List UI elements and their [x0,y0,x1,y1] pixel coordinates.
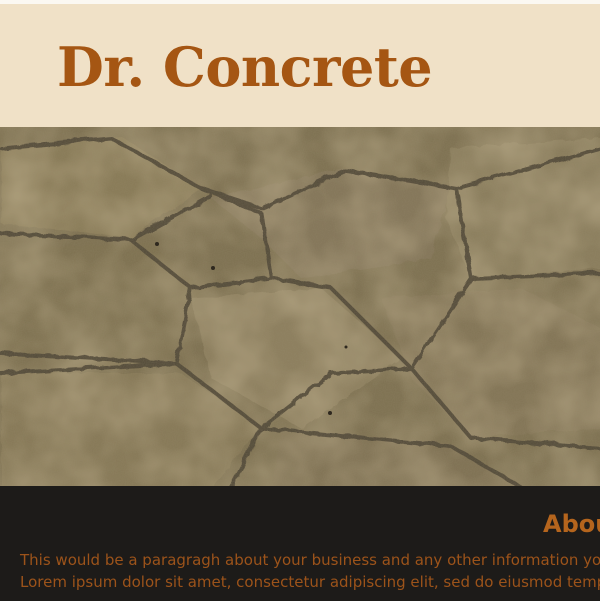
brand-title: Dr. Concrete [57,35,433,99]
about-paragraph-line-2: Lorem ipsum dolor sit amet, consectetur … [20,573,600,591]
about-heading: About [543,510,600,538]
about-paragraph-line-1: This would be a paragragh about your bus… [20,551,600,569]
site-header: Dr. Concrete [0,4,600,127]
hero-image [0,127,600,486]
page: Dr. Concrete Abo This would be a paragra… [0,0,600,601]
hero-concrete-texture [0,127,600,486]
about-section: About This would be a paragragh about yo… [0,486,600,601]
